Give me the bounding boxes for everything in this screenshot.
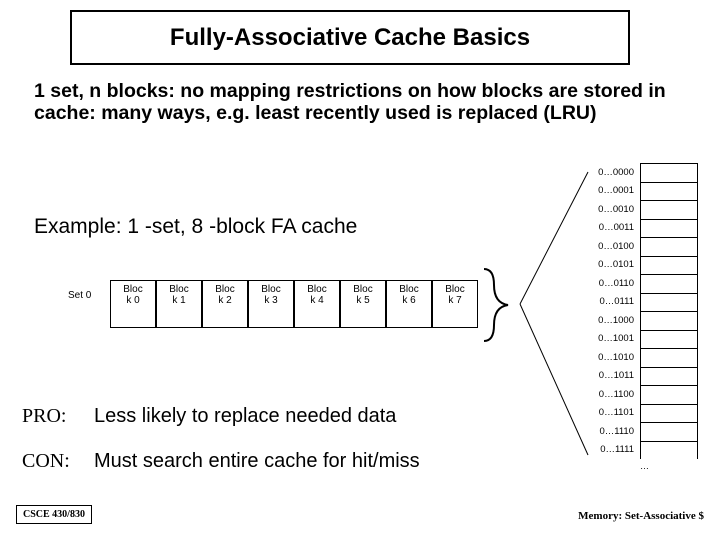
pro-text: Less likely to replace needed data [94, 405, 396, 428]
page-title: Fully-Associative Cache Basics [170, 24, 530, 52]
memory-row: 0…0010 [588, 200, 698, 219]
cache-block: Block 2 [202, 280, 248, 328]
description-text: 1 set, n blocks: no mapping restrictions… [34, 80, 684, 125]
cache-block: Block 0 [110, 280, 156, 328]
memory-row: 0…1101 [588, 404, 698, 423]
memory-row: 0…1111 [588, 441, 698, 460]
con-label: CON: [22, 450, 94, 473]
memory-row: 0…0100 [588, 237, 698, 256]
memory-row: 0…0101 [588, 256, 698, 275]
memory-row: 0…1100 [588, 385, 698, 404]
cache-block: Block 1 [156, 280, 202, 328]
memory-row: 0…0000 [588, 163, 698, 182]
footer-left: CSCE 430/830 [16, 505, 92, 524]
memory-row: 0…1110 [588, 422, 698, 441]
cache-block: Block 7 [432, 280, 478, 328]
footer-right: Memory: Set-Associative $ [578, 510, 704, 522]
memory-row: 0…0111 [588, 293, 698, 312]
title-box: Fully-Associative Cache Basics [70, 10, 630, 65]
cache-block: Block 3 [248, 280, 294, 328]
memory-row: 0…1001 [588, 330, 698, 349]
memory-row: 0…1010 [588, 348, 698, 367]
memory-ellipsis: … [588, 459, 698, 471]
cache-row: Block 0 Block 1 Block 2 Block 3 Block 4 … [110, 280, 478, 328]
pro-row: PRO: Less likely to replace needed data [22, 405, 396, 428]
con-text: Must search entire cache for hit/miss [94, 450, 420, 473]
brace-icon [480, 265, 516, 345]
memory-row: 0…1000 [588, 311, 698, 330]
memory-row: 0…1011 [588, 367, 698, 386]
memory-row: 0…0110 [588, 274, 698, 293]
memory-column: 0…0000 0…0001 0…0010 0…0011 0…0100 0…010… [588, 163, 698, 471]
cache-block: Block 5 [340, 280, 386, 328]
memory-row: 0…0001 [588, 182, 698, 201]
set-label: Set 0 [68, 290, 91, 301]
pro-label: PRO: [22, 405, 94, 428]
cache-block: Block 6 [386, 280, 432, 328]
con-row: CON: Must search entire cache for hit/mi… [22, 450, 420, 473]
memory-row: 0…0011 [588, 219, 698, 238]
example-label: Example: 1 -set, 8 -block FA cache [34, 215, 357, 239]
cache-block: Block 4 [294, 280, 340, 328]
